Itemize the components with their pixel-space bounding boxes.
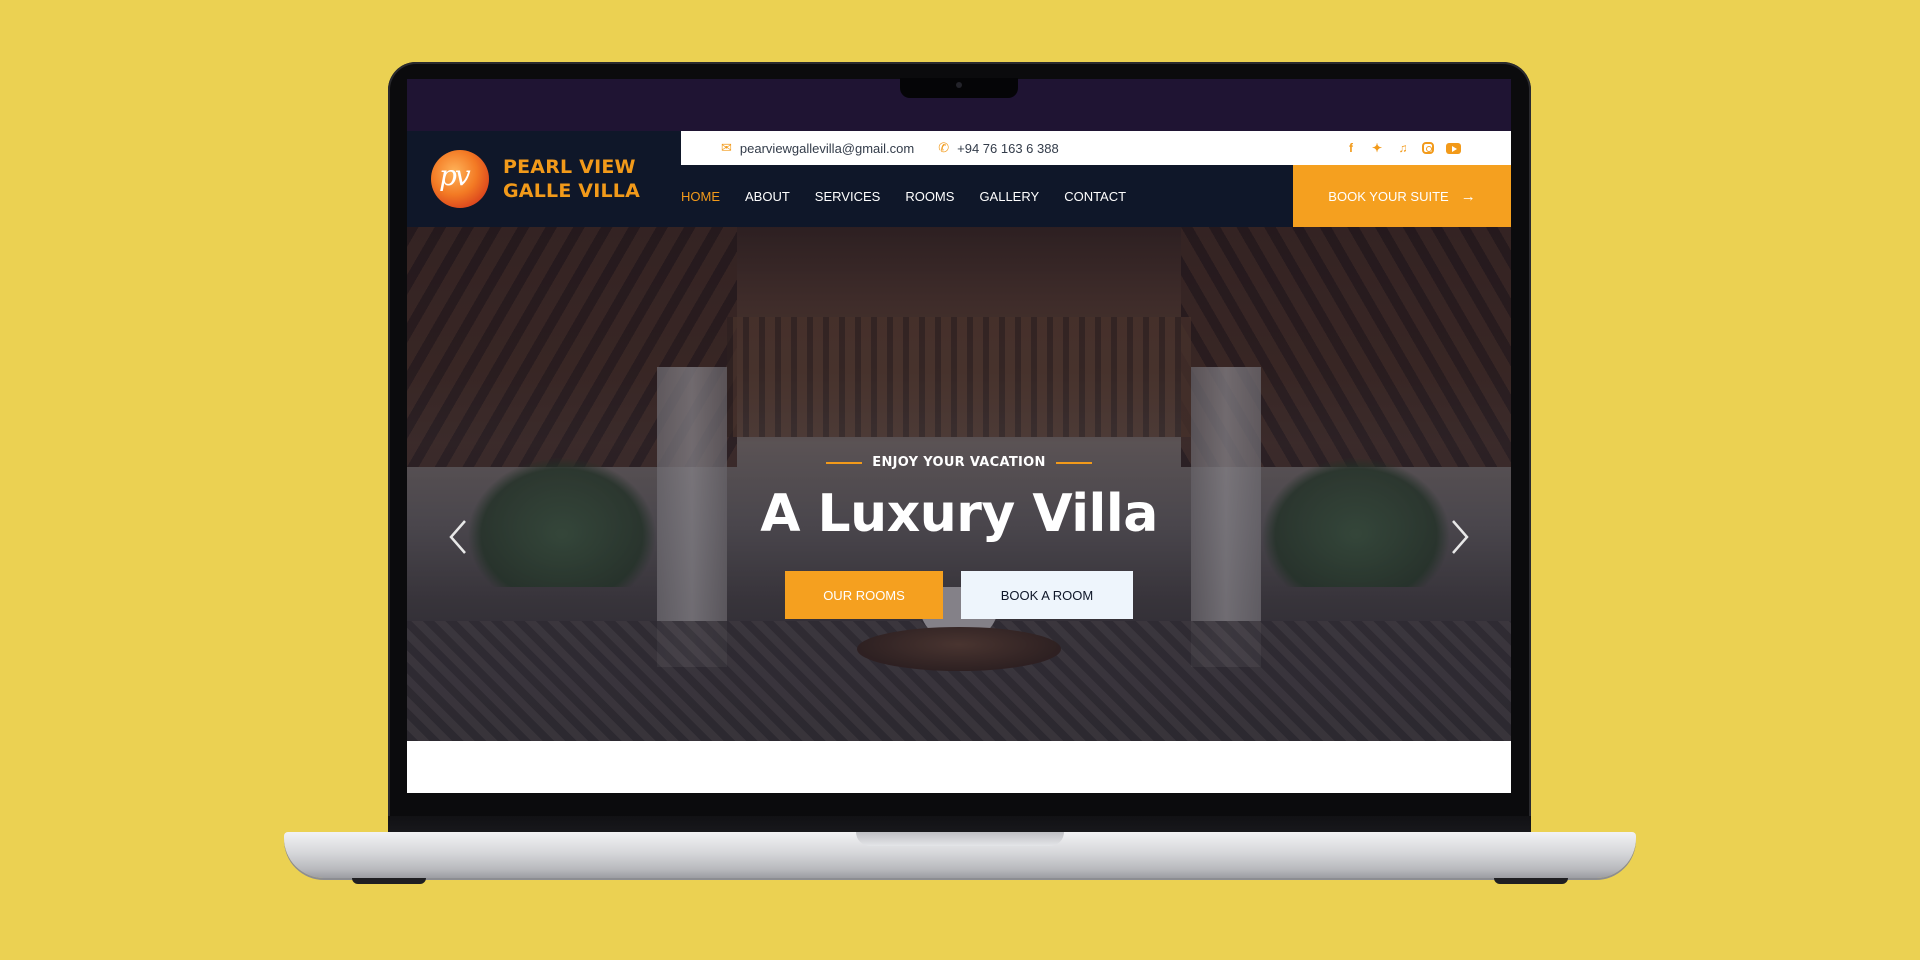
- laptop-base: [284, 832, 1636, 878]
- nav-home[interactable]: HOME: [681, 189, 720, 204]
- twitter-icon[interactable]: ✦: [1370, 141, 1384, 155]
- phone-text: +94 76 163 6 388: [957, 140, 1059, 156]
- phone-contact[interactable]: ✆ +94 76 163 6 388: [938, 140, 1058, 156]
- book-your-suite-label: BOOK YOUR SUITE: [1328, 188, 1449, 204]
- hero-eyebrow: ENJOY YOUR VACATION: [407, 455, 1511, 470]
- arrow-right-icon: →: [1460, 187, 1476, 205]
- brand-line-1: PEARL VIEW: [503, 156, 636, 178]
- site-header: pv PEARL VIEW GALLE VILLA ✉ pearviewgall…: [407, 131, 1511, 227]
- instagram-icon[interactable]: [1422, 142, 1434, 154]
- logo-emblem: pv: [431, 150, 489, 208]
- laptop-foot-right: [1494, 878, 1568, 884]
- site-logo[interactable]: pv PEARL VIEW GALLE VILLA: [407, 131, 681, 227]
- nav-services[interactable]: SERVICES: [815, 189, 881, 204]
- our-rooms-button[interactable]: OUR ROOMS: [785, 571, 943, 619]
- hero-content: ENJOY YOUR VACATION A Luxury Villa OUR R…: [407, 227, 1511, 741]
- envelope-icon: ✉: [721, 140, 732, 155]
- eyebrow-line-right: [1055, 461, 1092, 464]
- slider-next-icon[interactable]: [1447, 517, 1471, 557]
- nav-about[interactable]: ABOUT: [745, 189, 790, 204]
- laptop-opening-groove: [856, 832, 1064, 846]
- nav-gallery[interactable]: GALLERY: [979, 189, 1039, 204]
- laptop-screen: pv PEARL VIEW GALLE VILLA ✉ pearviewgall…: [407, 79, 1511, 793]
- hero-slider: ENJOY YOUR VACATION A Luxury Villa OUR R…: [407, 227, 1511, 741]
- camera-notch: [900, 78, 1018, 98]
- brand-line-2: GALLE VILLA: [503, 180, 640, 202]
- hero-eyebrow-text: ENJOY YOUR VACATION: [872, 455, 1046, 470]
- book-a-room-button[interactable]: BOOK A ROOM: [961, 571, 1133, 619]
- book-your-suite-button[interactable]: BOOK YOUR SUITE →: [1293, 165, 1511, 227]
- phone-icon: ✆: [938, 140, 950, 155]
- eyebrow-line-left: [826, 461, 863, 464]
- facebook-icon[interactable]: f: [1344, 141, 1358, 155]
- top-info-bar: ✉ pearviewgallevilla@gmail.com ✆ +94 76 …: [681, 131, 1511, 165]
- youtube-icon[interactable]: [1446, 142, 1461, 154]
- email-contact[interactable]: ✉ pearviewgallevilla@gmail.com: [721, 140, 914, 156]
- main-nav: HOME ABOUT SERVICES ROOMS GALLERY CONTAC…: [681, 165, 1151, 227]
- page-content-below-hero: [407, 741, 1511, 793]
- email-text: pearviewgallevilla@gmail.com: [739, 140, 915, 156]
- logo-monogram: pv: [439, 159, 471, 192]
- hero-title: A Luxury Villa: [760, 484, 1158, 544]
- slider-prev-icon[interactable]: [447, 517, 471, 557]
- tiktok-icon[interactable]: ♫: [1396, 141, 1410, 155]
- brand-name: PEARL VIEW GALLE VILLA: [503, 155, 640, 203]
- nav-contact[interactable]: CONTACT: [1064, 189, 1126, 204]
- laptop-foot-left: [352, 878, 426, 884]
- nav-rooms[interactable]: ROOMS: [905, 189, 954, 204]
- social-links: f ✦ ♫: [1344, 131, 1461, 165]
